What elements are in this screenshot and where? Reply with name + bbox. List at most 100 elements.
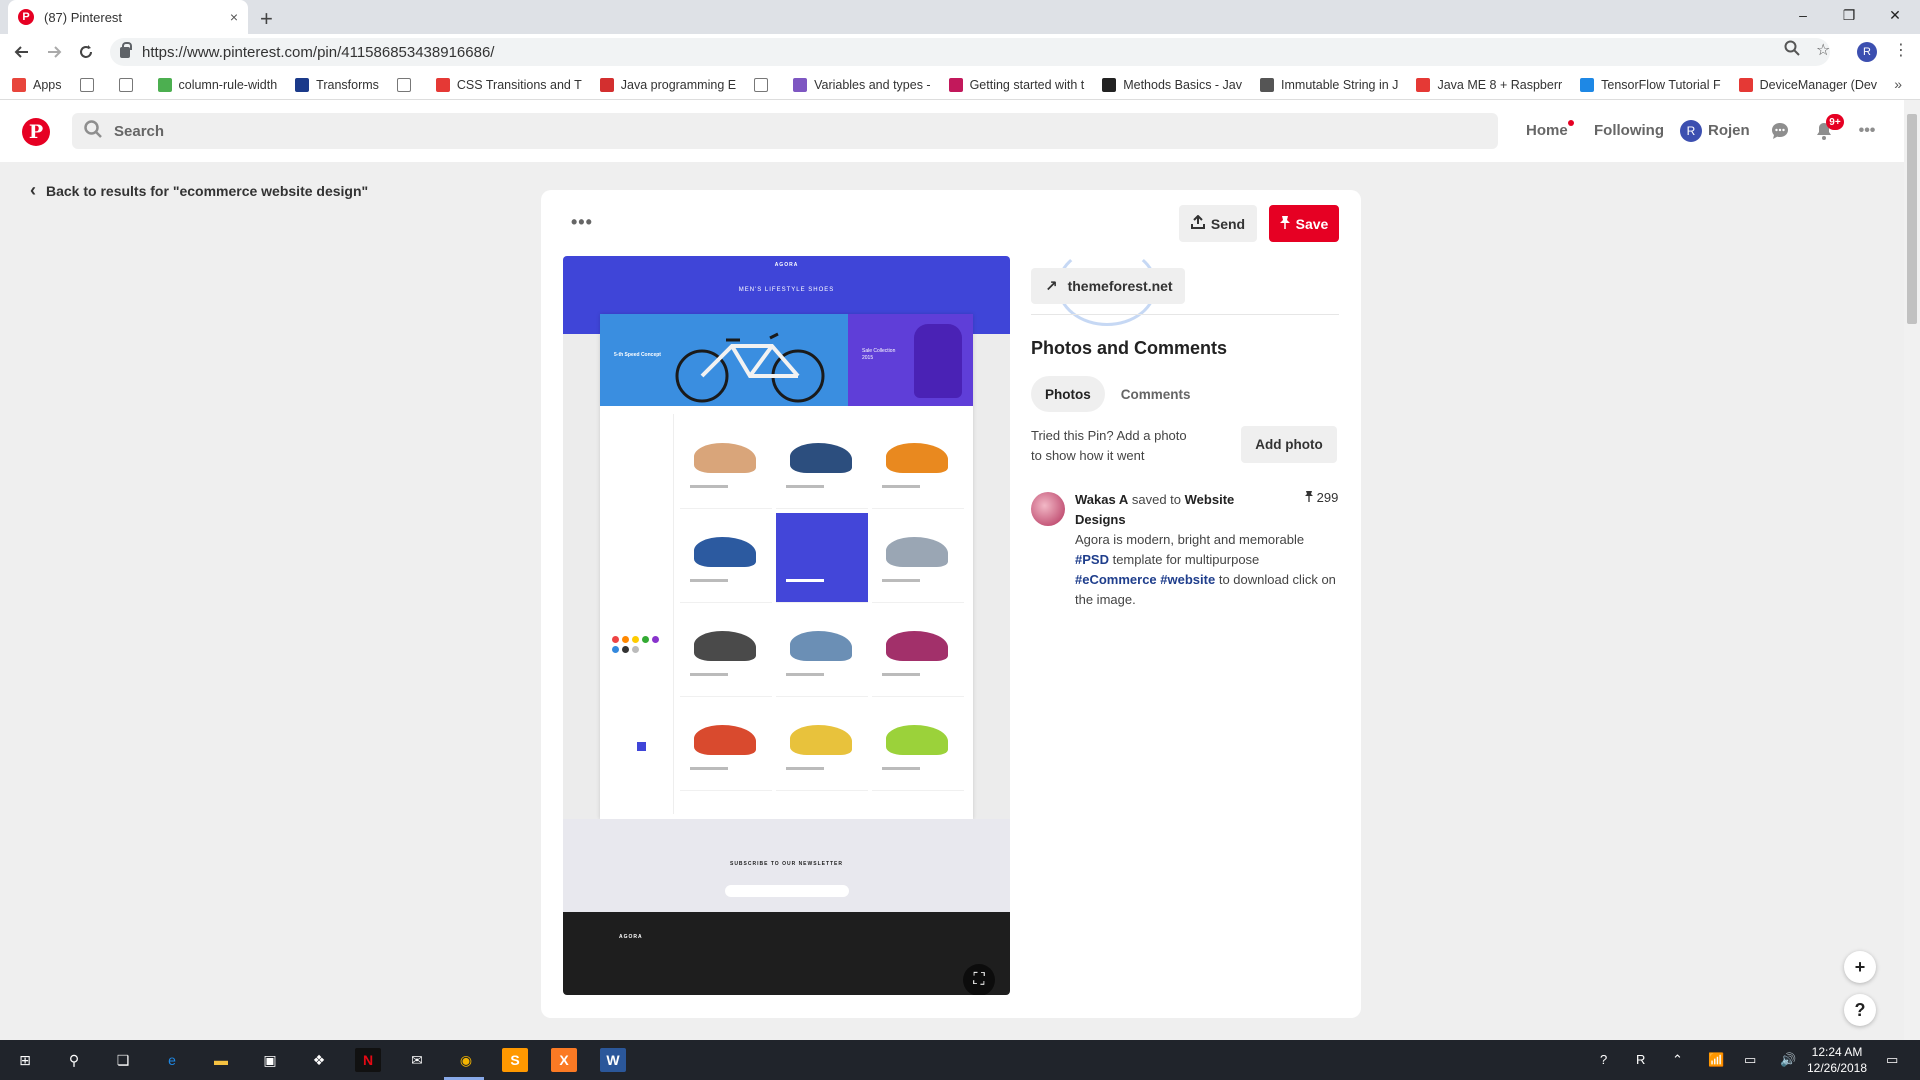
xampp-icon[interactable]: X bbox=[551, 1048, 577, 1072]
task-view-icon[interactable]: ❏ bbox=[110, 1048, 136, 1072]
tab-photos[interactable]: Photos bbox=[1031, 376, 1105, 412]
people-tray-icon[interactable]: R bbox=[1636, 1052, 1645, 1067]
edge-icon[interactable]: e bbox=[159, 1048, 185, 1072]
pinterest-logo[interactable]: P bbox=[22, 118, 50, 146]
show-hidden-icons-icon[interactable]: ⌃ bbox=[1672, 1052, 1683, 1068]
help-tray-icon[interactable]: ? bbox=[1600, 1052, 1607, 1067]
product-caption bbox=[882, 579, 920, 582]
chrome-menu-icon[interactable]: ⋮ bbox=[1893, 40, 1909, 60]
bookmark-item[interactable]: Java ME 8 + Raspberr bbox=[1416, 77, 1562, 92]
shield-icon bbox=[1580, 77, 1595, 92]
hashtag-psd[interactable]: #PSD bbox=[1075, 552, 1109, 567]
chrome-icon[interactable]: ◉ bbox=[453, 1048, 479, 1072]
mockup-hero-jacket: Sale Collection 2015 bbox=[848, 314, 973, 406]
page-scrollbar[interactable] bbox=[1904, 100, 1920, 1040]
bookmark-item[interactable]: Variables and types - bbox=[793, 77, 931, 92]
bookmark-label: Transforms bbox=[316, 77, 379, 92]
bookmark-item[interactable]: Apps bbox=[12, 77, 62, 92]
t-icon bbox=[1260, 77, 1275, 92]
action-center-icon[interactable]: ▭ bbox=[1886, 1052, 1898, 1068]
search-icon[interactable]: ⚲ bbox=[61, 1048, 87, 1072]
bookmark-item[interactable]: column-rule-width bbox=[157, 77, 277, 92]
saved-to-text: saved to bbox=[1131, 492, 1182, 507]
browser-tab[interactable]: P (87) Pinterest × bbox=[8, 0, 248, 34]
mockup-product-card bbox=[680, 701, 772, 791]
reload-icon[interactable] bbox=[74, 40, 98, 64]
help-button[interactable]: ? bbox=[1844, 994, 1876, 1026]
product-caption bbox=[786, 673, 824, 676]
bookmark-item[interactable]: CSS Transitions and T bbox=[435, 77, 582, 92]
new-tab-button[interactable]: + bbox=[260, 6, 273, 32]
file-explorer-icon[interactable]: ▬ bbox=[208, 1048, 234, 1072]
more-options-icon[interactable]: ••• bbox=[1854, 118, 1880, 144]
bookmark-item[interactable]: TensorFlow Tutorial F bbox=[1580, 77, 1721, 92]
search-bar[interactable] bbox=[72, 113, 1498, 149]
hashtag-website[interactable]: #website bbox=[1160, 572, 1215, 587]
word-icon[interactable]: W bbox=[600, 1048, 626, 1072]
start-icon[interactable]: ⊞ bbox=[12, 1048, 38, 1072]
send-button[interactable]: Send bbox=[1179, 205, 1257, 242]
mockup-hero-left-title: 5-th Speed Concept bbox=[614, 352, 661, 358]
bookmark-item[interactable] bbox=[754, 77, 775, 92]
netflix-icon[interactable]: N bbox=[355, 1048, 381, 1072]
swatch bbox=[632, 636, 639, 643]
bookmarks-overflow-icon[interactable]: » bbox=[1894, 76, 1902, 92]
mockup-product-card bbox=[680, 419, 772, 509]
browser-tab-strip: P (87) Pinterest × + – ❐ ✕ bbox=[0, 0, 1920, 34]
bookmark-star-icon[interactable]: ☆ bbox=[1816, 40, 1830, 60]
bookmark-item[interactable]: Immutable String in J bbox=[1260, 77, 1398, 92]
volume-icon[interactable]: 🔊 bbox=[1780, 1052, 1796, 1068]
store-icon[interactable]: ▣ bbox=[257, 1048, 283, 1072]
comment-user[interactable]: Wakas A bbox=[1075, 492, 1128, 507]
network-icon[interactable]: 📶 bbox=[1708, 1052, 1724, 1068]
product-caption bbox=[786, 579, 824, 582]
bookmark-item[interactable] bbox=[396, 77, 418, 92]
mockup-product-sheet: 5-th Speed Concept Sale Collection 2015 bbox=[600, 314, 973, 819]
bookmark-item[interactable]: Methods Basics - Jav bbox=[1102, 77, 1242, 92]
swatch bbox=[622, 646, 629, 653]
search-input[interactable] bbox=[114, 122, 714, 140]
sublime-icon[interactable]: S bbox=[502, 1048, 528, 1072]
scrollbar-thumb[interactable] bbox=[1907, 114, 1917, 324]
address-bar[interactable]: https://www.pinterest.com/pin/4115868534… bbox=[110, 38, 1830, 66]
shoe-image bbox=[886, 631, 948, 661]
tab-comments[interactable]: Comments bbox=[1107, 376, 1205, 412]
expand-fullscreen-icon[interactable]: ⛶ bbox=[963, 964, 995, 995]
user-name[interactable]: Rojen bbox=[1708, 122, 1750, 139]
messages-icon[interactable] bbox=[1767, 118, 1793, 144]
nav-home[interactable]: Home bbox=[1526, 122, 1568, 139]
minimize-button[interactable]: – bbox=[1780, 0, 1826, 30]
shoe-image bbox=[790, 725, 852, 755]
bookmark-item[interactable]: Transforms bbox=[295, 77, 379, 92]
bookmark-item[interactable] bbox=[79, 77, 101, 92]
create-plus-button[interactable]: + bbox=[1844, 951, 1876, 983]
add-photo-button[interactable]: Add photo bbox=[1241, 426, 1337, 463]
bookmark-item[interactable]: Java programming E bbox=[599, 77, 736, 92]
nav-following[interactable]: Following bbox=[1594, 122, 1664, 139]
bookmark-item[interactable] bbox=[118, 77, 140, 92]
tab-close-icon[interactable]: × bbox=[230, 9, 238, 25]
user-avatar[interactable]: R bbox=[1680, 120, 1702, 142]
mockup-product-card bbox=[776, 419, 868, 509]
taskbar-clock[interactable]: 12:24 AM 12/26/2018 bbox=[1802, 1044, 1872, 1076]
battery-icon[interactable]: ▭ bbox=[1744, 1052, 1756, 1068]
chrome-profile-avatar[interactable]: R bbox=[1857, 42, 1877, 62]
bookmark-item[interactable]: DeviceManager (Dev bbox=[1738, 77, 1877, 92]
pin-more-options-icon[interactable]: ••• bbox=[571, 212, 593, 233]
restore-button[interactable]: ❐ bbox=[1826, 0, 1872, 30]
source-link-button[interactable]: ↗ themeforest.net bbox=[1031, 268, 1185, 304]
pin-image[interactable]: AGORA MEN'S LIFESTYLE SHOES 5-th Speed C… bbox=[563, 256, 1010, 995]
save-button[interactable]: Save bbox=[1269, 205, 1339, 242]
dropbox-icon[interactable]: ❖ bbox=[306, 1048, 332, 1072]
bookmark-label: TensorFlow Tutorial F bbox=[1601, 77, 1721, 92]
bookmark-item[interactable]: Getting started with t bbox=[948, 77, 1084, 92]
back-to-results-link[interactable]: ‹ Back to results for "ecommerce website… bbox=[30, 180, 368, 201]
hashtag-ecommerce[interactable]: #eCommerce bbox=[1075, 572, 1157, 587]
comment-text-mid: template for multipurpose bbox=[1112, 552, 1260, 567]
commenter-avatar[interactable] bbox=[1031, 492, 1065, 526]
close-window-button[interactable]: ✕ bbox=[1872, 0, 1918, 30]
forward-arrow-icon[interactable] bbox=[42, 40, 66, 64]
zoom-icon[interactable] bbox=[1784, 40, 1800, 61]
back-arrow-icon[interactable] bbox=[10, 40, 34, 64]
mail-icon[interactable]: ✉ bbox=[404, 1048, 430, 1072]
